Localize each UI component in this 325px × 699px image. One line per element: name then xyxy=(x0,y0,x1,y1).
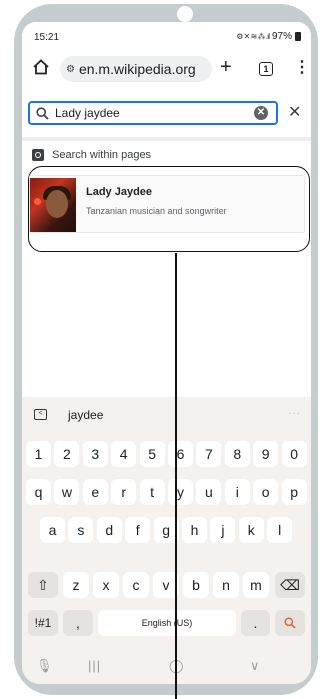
thumbnail-face xyxy=(46,190,68,218)
battery-percent: 97% xyxy=(271,31,292,42)
phone-screen: 15:21 ⚙ ✕ ≋ ⁂ .ıl 97% ⚙ en.m.wikipedia.o… xyxy=(22,22,311,684)
mic-icon[interactable]: 🎙 xyxy=(36,658,53,674)
status-time: 15:21 xyxy=(34,32,60,43)
key-n[interactable]: n xyxy=(213,572,239,598)
comma-key[interactable]: , xyxy=(63,610,93,636)
clear-search-button[interactable]: ✕ xyxy=(254,106,268,120)
search-within-pages-label: Search within pages xyxy=(52,149,152,161)
suggestion-word[interactable]: jaydee xyxy=(68,408,103,422)
key-c[interactable]: c xyxy=(123,572,149,598)
thumbnail-light xyxy=(34,198,41,205)
address-url: en.m.wikipedia.org xyxy=(78,61,196,77)
find-in-page-icon xyxy=(32,149,44,161)
close-search-button[interactable]: ✕ xyxy=(288,105,301,121)
key-z[interactable]: z xyxy=(63,572,89,598)
status-indicator-icons: ⚙ ✕ ≋ ⁂ .ıl xyxy=(236,32,270,41)
search-result-item[interactable]: Lady Jaydee Tanzanian musician and songw… xyxy=(29,175,305,233)
key-m[interactable]: m xyxy=(243,572,269,598)
home-icon[interactable] xyxy=(32,58,50,76)
recents-button[interactable]: ||| xyxy=(88,658,101,673)
suggestion-bar: < jaydee ··· xyxy=(22,403,311,427)
key-j[interactable]: j xyxy=(210,517,236,543)
annotation-pointer-line xyxy=(175,253,177,699)
status-bar: 15:21 ⚙ ✕ ≋ ⁂ .ıl 97% xyxy=(22,22,311,48)
search-row: ✕ ✕ xyxy=(22,96,311,132)
browser-toolbar: ⚙ en.m.wikipedia.org + 1 ⋮ xyxy=(22,52,311,84)
key-p[interactable]: p xyxy=(281,479,307,505)
highlighted-result: Lady Jaydee Tanzanian musician and songw… xyxy=(28,166,310,252)
key-1[interactable]: 1 xyxy=(26,441,51,467)
key-8[interactable]: 8 xyxy=(224,441,250,467)
key-s[interactable]: s xyxy=(68,517,94,543)
search-key[interactable] xyxy=(275,610,305,636)
onscreen-keyboard: < jaydee ··· 1234567890qwertyuiopasdfghj… xyxy=(22,397,311,684)
key-4[interactable]: 4 xyxy=(111,441,137,467)
key-h[interactable]: h xyxy=(182,517,207,543)
period-key[interactable]: . xyxy=(241,610,270,636)
key-9[interactable]: 9 xyxy=(253,441,279,467)
shift-key[interactable]: ⇧ xyxy=(28,572,58,598)
key-d[interactable]: d xyxy=(96,517,122,543)
address-bar[interactable]: ⚙ en.m.wikipedia.org xyxy=(60,56,212,82)
site-settings-icon[interactable]: ⚙ xyxy=(66,64,75,75)
key-t[interactable]: t xyxy=(139,479,165,505)
key-u[interactable]: u xyxy=(196,479,222,505)
back-button[interactable]: ∨ xyxy=(250,658,260,674)
key-0[interactable]: 0 xyxy=(281,441,307,467)
key-5[interactable]: 5 xyxy=(139,441,165,467)
space-key[interactable]: English (US) xyxy=(98,610,236,636)
new-tab-button[interactable]: + xyxy=(220,57,232,77)
result-title: Lady Jaydee xyxy=(86,186,153,198)
key-x[interactable]: x xyxy=(93,572,119,598)
key-2[interactable]: 2 xyxy=(54,441,80,467)
key-e[interactable]: e xyxy=(82,479,108,505)
key-r[interactable]: r xyxy=(111,479,137,505)
key-o[interactable]: o xyxy=(253,479,279,505)
search-input[interactable] xyxy=(55,106,225,120)
key-i[interactable]: i xyxy=(224,479,250,505)
key-7[interactable]: 7 xyxy=(196,441,222,467)
key-k[interactable]: k xyxy=(238,517,264,543)
symbols-key[interactable]: !#1 xyxy=(28,610,58,636)
system-nav-bar: 🎙 ||| ◯ ∨ xyxy=(22,652,311,684)
search-within-pages[interactable]: Search within pages xyxy=(32,145,151,165)
key-y[interactable]: y xyxy=(168,479,193,505)
key-6[interactable]: 6 xyxy=(168,441,193,467)
search-icon xyxy=(36,106,49,120)
key-f[interactable]: f xyxy=(125,517,151,543)
browser-area: 15:21 ⚙ ✕ ≋ ⁂ .ıl 97% ⚙ en.m.wikipedia.o… xyxy=(22,22,311,395)
key-b[interactable]: b xyxy=(183,572,209,598)
collapse-toolbar-button[interactable]: < xyxy=(34,409,47,420)
key-l[interactable]: l xyxy=(267,517,293,543)
battery-icon xyxy=(295,32,301,41)
search-box[interactable]: ✕ xyxy=(28,101,278,125)
section-divider xyxy=(22,137,311,141)
search-key-icon xyxy=(284,617,296,629)
key-3[interactable]: 3 xyxy=(82,441,108,467)
tab-switcher-button[interactable]: 1 xyxy=(259,62,273,76)
key-a[interactable]: a xyxy=(40,517,65,543)
camera-punch-hole xyxy=(177,6,193,22)
browser-menu-button[interactable]: ⋮ xyxy=(294,60,310,76)
backspace-key[interactable]: ⌫ xyxy=(275,572,305,598)
result-description: Tanzanian musician and songwriter xyxy=(86,206,227,216)
key-w[interactable]: w xyxy=(54,479,80,505)
status-icons: ⚙ ✕ ≋ ⁂ .ıl 97% xyxy=(236,31,301,42)
key-q[interactable]: q xyxy=(26,479,51,505)
more-suggestions-button[interactable]: ··· xyxy=(288,408,301,419)
result-thumbnail xyxy=(30,178,76,232)
